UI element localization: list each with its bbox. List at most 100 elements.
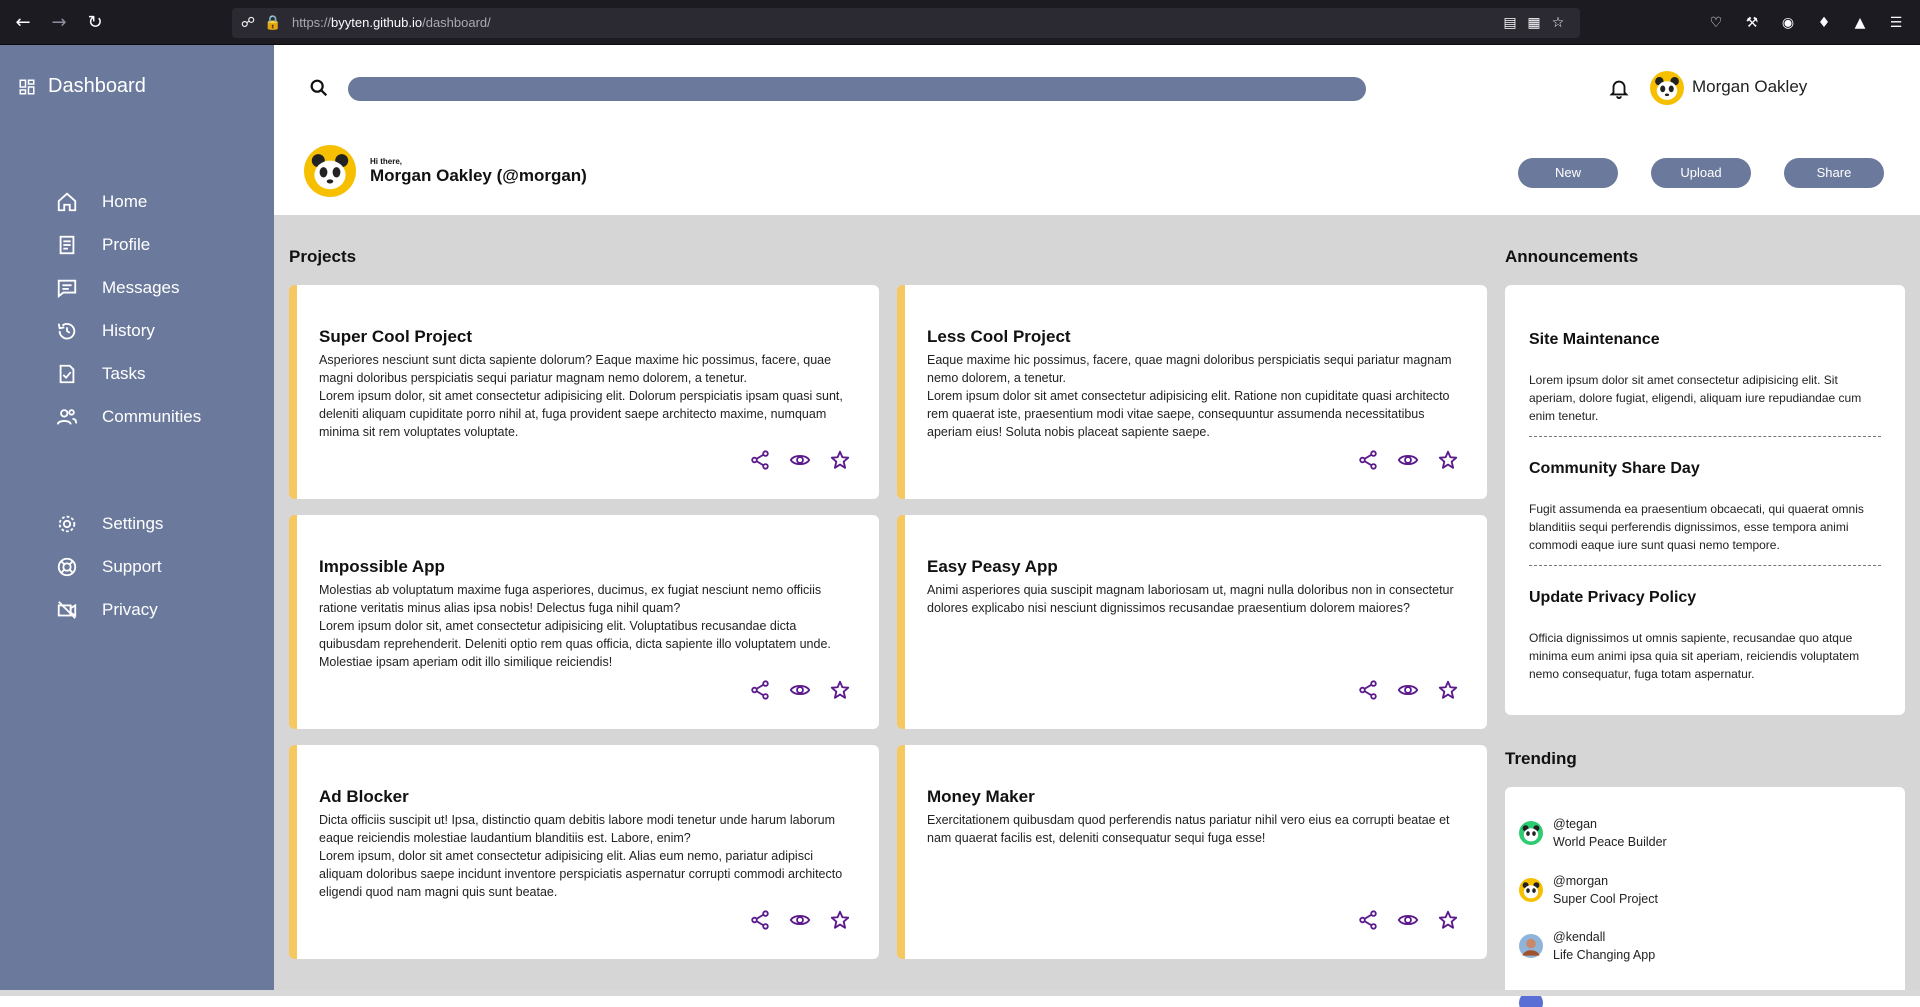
sidebar-item-history[interactable]: History xyxy=(56,317,155,345)
search-icon[interactable] xyxy=(308,77,330,99)
project-title: Less Cool Project xyxy=(927,327,1071,346)
address-bar[interactable]: ☍ 🔒 https://byyten.github.io/dashboard/ … xyxy=(232,8,1580,38)
share-icon[interactable] xyxy=(749,909,771,931)
share-button[interactable]: Share xyxy=(1784,158,1884,188)
project-description: Dicta officiis suscipit ut! Ipsa, distin… xyxy=(319,811,859,901)
url-text[interactable]: https://byyten.github.io/dashboard/ xyxy=(292,15,491,30)
trending-text: @morgan Super Cool Project xyxy=(1553,872,1658,908)
sidebar-item-label: Communities xyxy=(102,407,202,426)
eye-icon[interactable] xyxy=(1397,449,1419,471)
greeting-name: Morgan Oakley (@morgan) xyxy=(370,166,587,185)
star-icon[interactable] xyxy=(829,449,851,471)
messages-icon xyxy=(57,279,77,299)
trending-handle: @tegan xyxy=(1553,817,1597,831)
project-title: Money Maker xyxy=(927,787,1035,806)
menu-icon[interactable]: ☰ xyxy=(1888,15,1904,31)
eye-icon[interactable] xyxy=(1397,679,1419,701)
extension-badge-icon[interactable]: ▲ xyxy=(1852,15,1868,31)
share-icon[interactable] xyxy=(1357,679,1379,701)
reader-view-icon[interactable]: ▤ xyxy=(1502,15,1518,31)
sidebar-item-home[interactable]: Home xyxy=(56,188,147,216)
trending-heading: Trending xyxy=(1505,749,1577,768)
trending-item[interactable]: @tegan World Peace Builder xyxy=(1519,815,1667,851)
trending-handle: @kendall xyxy=(1553,930,1606,944)
project-description: Animi asperiores quia suscipit magnam la… xyxy=(927,581,1467,617)
star-icon[interactable] xyxy=(1437,449,1459,471)
trending-project: World Peace Builder xyxy=(1553,835,1667,849)
announcement-item: Community Share Day Fugit assumenda ea p… xyxy=(1529,460,1881,554)
project-paragraph: Dicta officiis suscipit ut! Ipsa, distin… xyxy=(319,813,835,845)
trending-project: Life Changing App xyxy=(1553,948,1656,962)
top-header: Morgan Oakley Hi there, Morgan Oakley (@… xyxy=(274,45,1920,215)
project-card: Money Maker Exercitationem quibusdam quo… xyxy=(897,745,1487,959)
announcement-item: Update Privacy Policy Officia dignissimo… xyxy=(1529,589,1881,683)
project-card: Easy Peasy App Animi asperiores quia sus… xyxy=(897,515,1487,729)
eye-icon[interactable] xyxy=(789,679,811,701)
project-description: Eaque maxime hic possimus, facere, quae … xyxy=(927,351,1467,441)
reload-icon[interactable]: ↻ xyxy=(84,12,106,34)
bookmark-star-icon[interactable]: ☆ xyxy=(1550,15,1566,31)
project-description: Molestias ab voluptatum maxime fuga aspe… xyxy=(319,581,859,671)
share-icon[interactable] xyxy=(1357,449,1379,471)
star-icon[interactable] xyxy=(829,909,851,931)
new-button[interactable]: New xyxy=(1518,158,1618,188)
star-icon[interactable] xyxy=(1437,909,1459,931)
project-paragraph: Asperiores nesciunt sunt dicta sapiente … xyxy=(319,353,832,385)
avatar[interactable] xyxy=(1650,71,1684,105)
project-card: Ad Blocker Dicta officiis suscipit ut! I… xyxy=(289,745,879,959)
upload-button[interactable]: Upload xyxy=(1651,158,1751,188)
lock-icon[interactable]: 🔒 xyxy=(264,15,281,31)
share-icon[interactable] xyxy=(749,679,771,701)
project-paragraph: Lorem ipsum, dolor sit amet consectetur … xyxy=(319,849,843,899)
sidebar-item-support[interactable]: Support xyxy=(56,553,162,581)
trending-item[interactable]: @morgan Super Cool Project xyxy=(1519,872,1658,908)
account-icon[interactable]: ◉ xyxy=(1780,15,1796,31)
sidebar-item-settings[interactable]: Settings xyxy=(56,510,163,538)
profile-icon xyxy=(59,235,75,255)
star-icon[interactable] xyxy=(829,679,851,701)
project-title: Easy Peasy App xyxy=(927,557,1058,576)
sidebar-item-label: Home xyxy=(102,192,148,211)
eye-icon[interactable] xyxy=(1397,909,1419,931)
brand[interactable]: Dashboard xyxy=(18,75,146,98)
project-paragraph: Lorem ipsum dolor sit amet consectetur a… xyxy=(927,389,1450,439)
trending-text: @kendall Life Changing App xyxy=(1553,928,1655,964)
extensions-icon[interactable]: ♦ xyxy=(1816,15,1832,31)
project-card: Impossible App Molestias ab voluptatum m… xyxy=(289,515,879,729)
eye-icon[interactable] xyxy=(789,909,811,931)
share-icon[interactable] xyxy=(749,449,771,471)
project-title: Super Cool Project xyxy=(319,327,473,346)
trending-item[interactable]: @kendall Life Changing App xyxy=(1519,928,1655,964)
user-name[interactable]: Morgan Oakley xyxy=(1692,77,1807,97)
announcement-text: Lorem ipsum dolor sit amet consectetur a… xyxy=(1529,373,1862,423)
grid-icon[interactable]: ▦ xyxy=(1526,15,1542,31)
announcement-title: Update Privacy Policy xyxy=(1529,589,1697,606)
pocket-icon[interactable]: ♡ xyxy=(1708,15,1724,31)
forward-icon[interactable]: → xyxy=(48,12,70,34)
search-input[interactable] xyxy=(348,77,1366,101)
sidebar-item-tasks[interactable]: Tasks xyxy=(56,360,145,388)
bell-icon[interactable] xyxy=(1608,77,1630,99)
profile-avatar xyxy=(304,145,356,197)
sidebar-item-messages[interactable]: Messages xyxy=(56,274,179,302)
card-actions xyxy=(1357,449,1459,471)
card-actions xyxy=(1357,679,1459,701)
gear-icon xyxy=(58,515,76,533)
wrench-icon[interactable]: ⚒ xyxy=(1744,15,1760,31)
star-icon[interactable] xyxy=(1437,679,1459,701)
sidebar-item-privacy[interactable]: Privacy xyxy=(56,596,158,624)
sidebar-item-label: Support xyxy=(102,557,162,576)
sidebar-item-communities[interactable]: Communities xyxy=(56,403,201,431)
eye-icon[interactable] xyxy=(789,449,811,471)
trending-text: @tegan World Peace Builder xyxy=(1553,815,1667,851)
communities-icon xyxy=(56,409,78,425)
divider xyxy=(1529,565,1881,566)
trending-project: Super Cool Project xyxy=(1553,892,1658,906)
announcements-heading: Announcements xyxy=(1505,247,1639,266)
sidebar-item-label: Messages xyxy=(102,278,180,297)
back-icon[interactable]: ← xyxy=(12,12,34,34)
share-icon[interactable] xyxy=(1357,909,1379,931)
sidebar-item-profile[interactable]: Profile xyxy=(56,231,150,259)
project-card: Super Cool Project Asperiores nesciunt s… xyxy=(289,285,879,499)
shield-icon[interactable]: ☍ xyxy=(240,15,256,31)
